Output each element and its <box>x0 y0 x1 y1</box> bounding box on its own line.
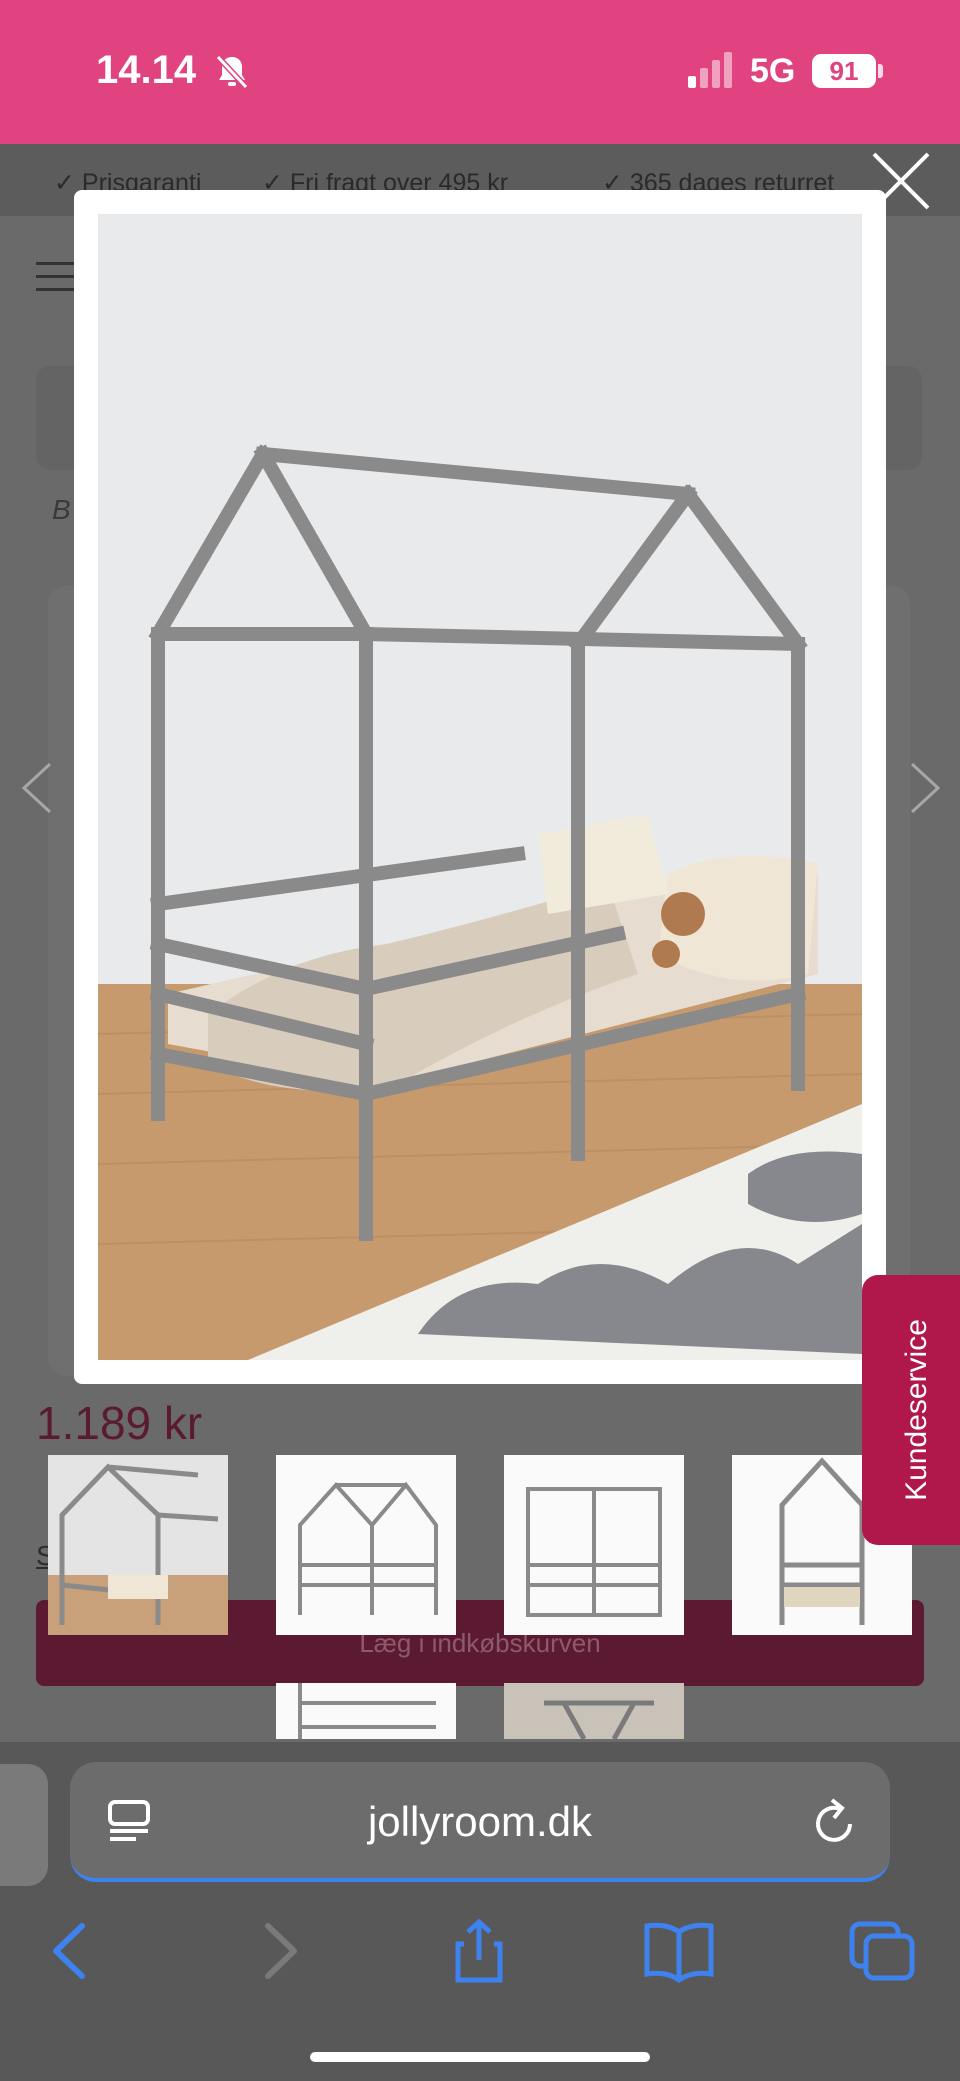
battery-tip <box>878 64 883 78</box>
clock: 14.14 <box>96 48 197 92</box>
previous-image-arrow[interactable] <box>18 760 58 816</box>
browser-chrome: jollyroom.dk <box>0 1742 960 2081</box>
home-indicator[interactable] <box>310 2052 650 2062</box>
next-image-arrow[interactable] <box>904 760 944 816</box>
battery-icon: 91 <box>812 54 876 88</box>
forward-arrow-icon[interactable] <box>240 1918 314 1984</box>
thumbnail[interactable] <box>504 1683 684 1739</box>
tabs-icon[interactable] <box>846 1918 920 1984</box>
customer-service-label: Kundeservice <box>900 1319 933 1501</box>
address-bar[interactable]: jollyroom.dk <box>70 1762 890 1882</box>
thumbnail[interactable] <box>276 1683 456 1739</box>
previous-tab-edge[interactable] <box>0 1764 48 1886</box>
product-price: 1.189 kr <box>36 1397 203 1449</box>
silent-bell-icon <box>212 52 252 92</box>
status-bar: 14.14 5G 91 <box>0 0 960 144</box>
reload-icon[interactable] <box>810 1796 858 1846</box>
back-arrow-icon[interactable] <box>36 1918 110 1984</box>
bookmarks-icon[interactable] <box>642 1918 716 1984</box>
thumbnail[interactable] <box>48 1455 228 1635</box>
signal-icon <box>688 52 736 88</box>
network-type: 5G <box>750 52 796 90</box>
close-icon[interactable] <box>868 148 934 214</box>
hamburger-menu-icon[interactable] <box>36 262 76 292</box>
product-photo <box>98 214 862 1360</box>
share-icon[interactable] <box>442 1918 516 1984</box>
url-text[interactable]: jollyroom.dk <box>70 1798 890 1846</box>
thumbnail[interactable] <box>504 1455 684 1635</box>
thumbnail[interactable] <box>276 1455 456 1635</box>
customer-service-tab[interactable]: Kundeservice <box>862 1275 960 1545</box>
image-lightbox <box>74 190 886 1384</box>
